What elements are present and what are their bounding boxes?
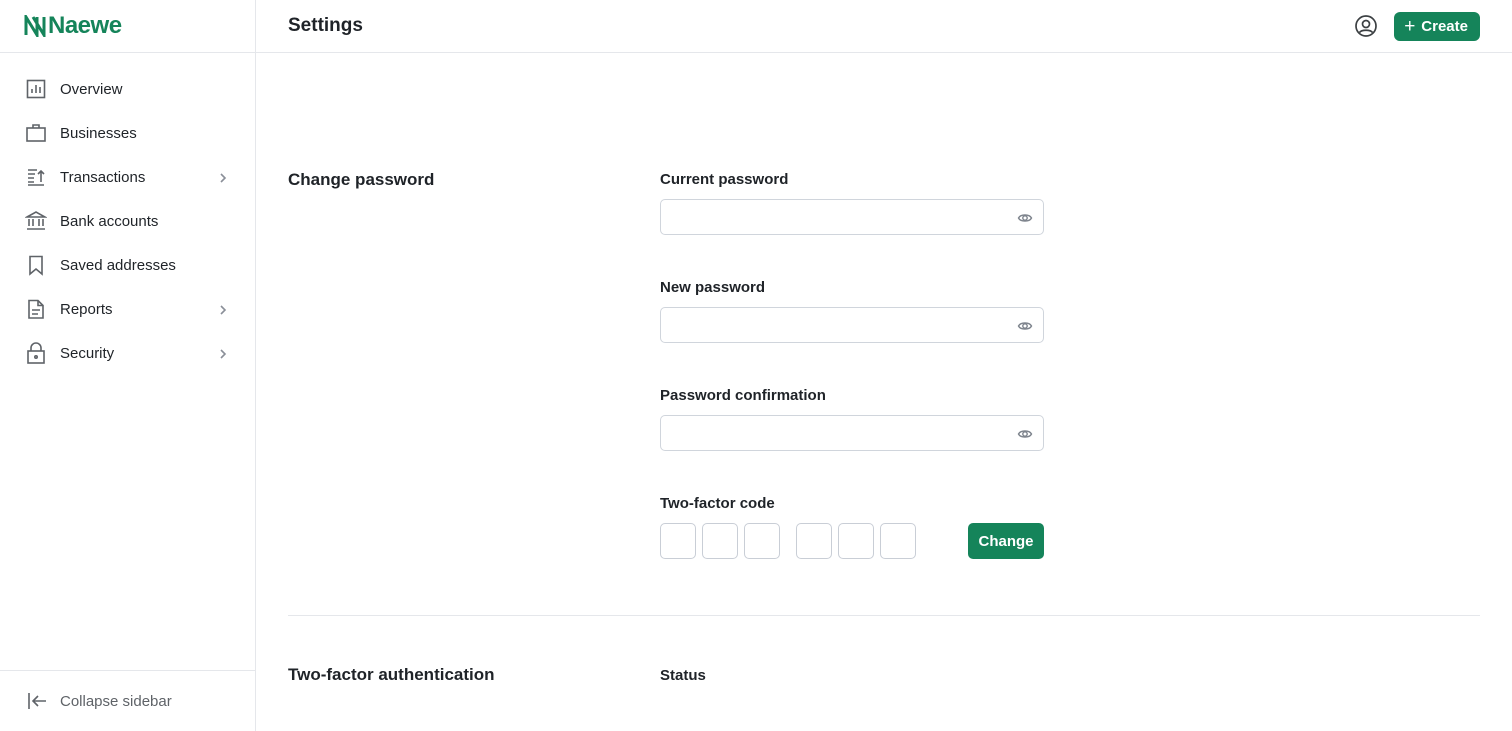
collapse-sidebar-label: Collapse sidebar xyxy=(60,692,172,710)
current-password-input[interactable] xyxy=(661,200,1043,234)
sidebar-item-bank-accounts[interactable]: Bank accounts xyxy=(0,199,255,243)
main-content: Settings + Create Change password Curren… xyxy=(256,0,1512,731)
code-digit-box xyxy=(880,523,916,559)
sidebar-item-saved-addresses[interactable]: Saved addresses xyxy=(0,243,255,287)
sidebar-item-label: Bank accounts xyxy=(60,212,159,230)
code-digit-box xyxy=(796,523,832,559)
user-account-icon[interactable] xyxy=(1354,14,1378,38)
two-factor-status-label: Status xyxy=(660,667,706,684)
new-password-label: New password xyxy=(660,279,766,296)
code-digit-input-1[interactable] xyxy=(661,524,695,558)
bar-chart-icon xyxy=(24,77,48,101)
sidebar-item-label: Saved addresses xyxy=(60,256,176,274)
sidebar-nav: Overview Businesses Transactions Bank ac… xyxy=(0,53,255,375)
sidebar: Naewe Overview Businesses Transactions B… xyxy=(0,0,256,731)
chevron-right-icon xyxy=(217,171,229,183)
sidebar-item-businesses[interactable]: Businesses xyxy=(0,111,255,155)
transactions-icon xyxy=(24,165,48,189)
brand-logo[interactable]: Naewe xyxy=(0,0,255,53)
collapse-sidebar-button[interactable]: Collapse sidebar xyxy=(0,670,255,731)
page-title: Settings xyxy=(288,15,363,36)
document-icon xyxy=(24,297,48,321)
plus-icon: + xyxy=(1404,15,1416,37)
app-root: Naewe Overview Businesses Transactions B… xyxy=(0,0,1512,731)
current-password-label: Current password xyxy=(660,171,789,188)
collapse-arrow-icon xyxy=(28,693,46,709)
code-digit-input-6[interactable] xyxy=(881,524,915,558)
two-factor-code-label: Two-factor code xyxy=(660,495,775,512)
show-password-eye-icon[interactable] xyxy=(1017,318,1033,334)
code-digit-box xyxy=(702,523,738,559)
password-confirmation-field xyxy=(660,415,1044,451)
sidebar-item-label: Transactions xyxy=(60,168,146,186)
sidebar-item-label: Reports xyxy=(60,300,113,318)
password-confirmation-input[interactable] xyxy=(661,416,1043,450)
change-password-title: Change password xyxy=(288,170,435,189)
top-bar: Settings + Create xyxy=(256,0,1512,53)
naewe-logo-icon xyxy=(24,11,46,41)
sidebar-item-security[interactable]: Security xyxy=(0,331,255,375)
code-digit-box xyxy=(660,523,696,559)
code-digit-input-5[interactable] xyxy=(839,524,873,558)
bookmark-icon xyxy=(24,253,48,277)
section-divider xyxy=(288,615,1480,616)
code-digit-box xyxy=(838,523,874,559)
chevron-right-icon xyxy=(217,347,229,359)
bank-icon xyxy=(24,209,48,233)
new-password-input[interactable] xyxy=(661,308,1043,342)
code-digit-input-2[interactable] xyxy=(703,524,737,558)
password-confirmation-label: Password confirmation xyxy=(660,387,826,404)
briefcase-icon xyxy=(24,121,48,145)
sidebar-item-label: Businesses xyxy=(60,124,137,142)
sidebar-item-overview[interactable]: Overview xyxy=(0,67,255,111)
create-button[interactable]: + Create xyxy=(1394,11,1480,41)
chevron-right-icon xyxy=(217,303,229,315)
show-password-eye-icon[interactable] xyxy=(1017,210,1033,226)
lock-icon xyxy=(24,341,48,365)
sidebar-item-label: Overview xyxy=(60,80,123,98)
sidebar-item-transactions[interactable]: Transactions xyxy=(0,155,255,199)
change-password-button[interactable]: Change xyxy=(968,523,1044,559)
sidebar-item-label: Security xyxy=(60,344,115,362)
code-digit-input-3[interactable] xyxy=(745,524,779,558)
new-password-field xyxy=(660,307,1044,343)
current-password-field xyxy=(660,199,1044,235)
sidebar-item-reports[interactable]: Reports xyxy=(0,287,255,331)
brand-name: Naewe xyxy=(48,12,122,39)
code-digit-box xyxy=(744,523,780,559)
create-button-label: Create xyxy=(1421,17,1468,35)
show-password-eye-icon[interactable] xyxy=(1017,426,1033,442)
two-factor-auth-title: Two-factor authentication xyxy=(288,665,495,684)
code-digit-input-4[interactable] xyxy=(797,524,831,558)
